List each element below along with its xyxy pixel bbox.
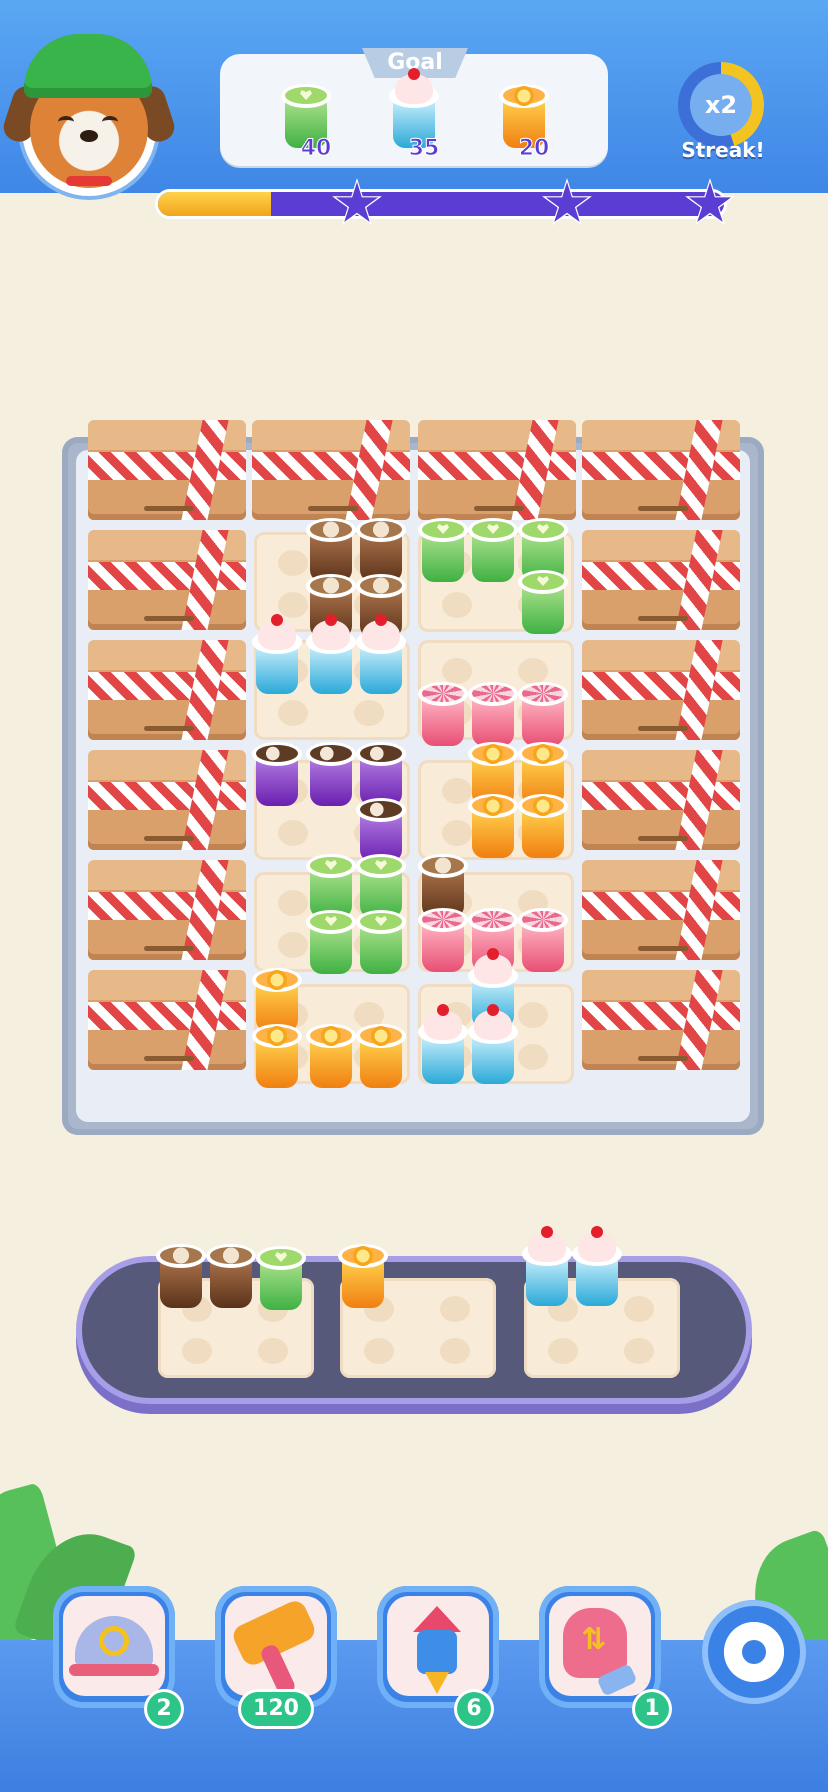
- latte-cup[interactable]: [206, 1232, 256, 1310]
- shuffle-booster-button[interactable]: 2: [53, 1586, 181, 1726]
- matcha-cup[interactable]: [256, 1234, 306, 1312]
- tray-slot: [548, 1338, 578, 1364]
- cherry-icon: [591, 1226, 603, 1238]
- tray-slot: [258, 1338, 288, 1364]
- orange-cup[interactable]: [338, 1232, 388, 1310]
- gear-icon-hole: [742, 1640, 766, 1664]
- tray-slot: [364, 1338, 394, 1364]
- shuffle-count-badge: 2: [147, 1692, 181, 1726]
- cup-surface: [210, 1247, 252, 1264]
- cherry-cup[interactable]: [572, 1226, 622, 1308]
- tray-slot: [440, 1338, 470, 1364]
- cherry-cup[interactable]: [522, 1226, 572, 1308]
- cup-surface: [160, 1247, 202, 1264]
- latte-cup[interactable]: [156, 1232, 206, 1310]
- swap-booster-button[interactable]: ⇅ 1: [539, 1586, 669, 1726]
- tray-slot: [440, 1296, 470, 1322]
- tray-slot: [182, 1338, 212, 1364]
- tray-slot: [624, 1296, 654, 1322]
- swap-count-badge: 1: [635, 1692, 669, 1726]
- hammer-booster-button[interactable]: 120: [215, 1586, 337, 1726]
- cherry-icon: [541, 1226, 553, 1238]
- orange-slice-icon: [353, 1246, 373, 1266]
- holding-trays: [0, 0, 828, 1792]
- hammer-coin-badge: 120: [241, 1692, 311, 1726]
- rocket-count-badge: 6: [457, 1692, 491, 1726]
- rocket-booster-button[interactable]: 6: [377, 1586, 499, 1726]
- tray-slot: [624, 1338, 654, 1364]
